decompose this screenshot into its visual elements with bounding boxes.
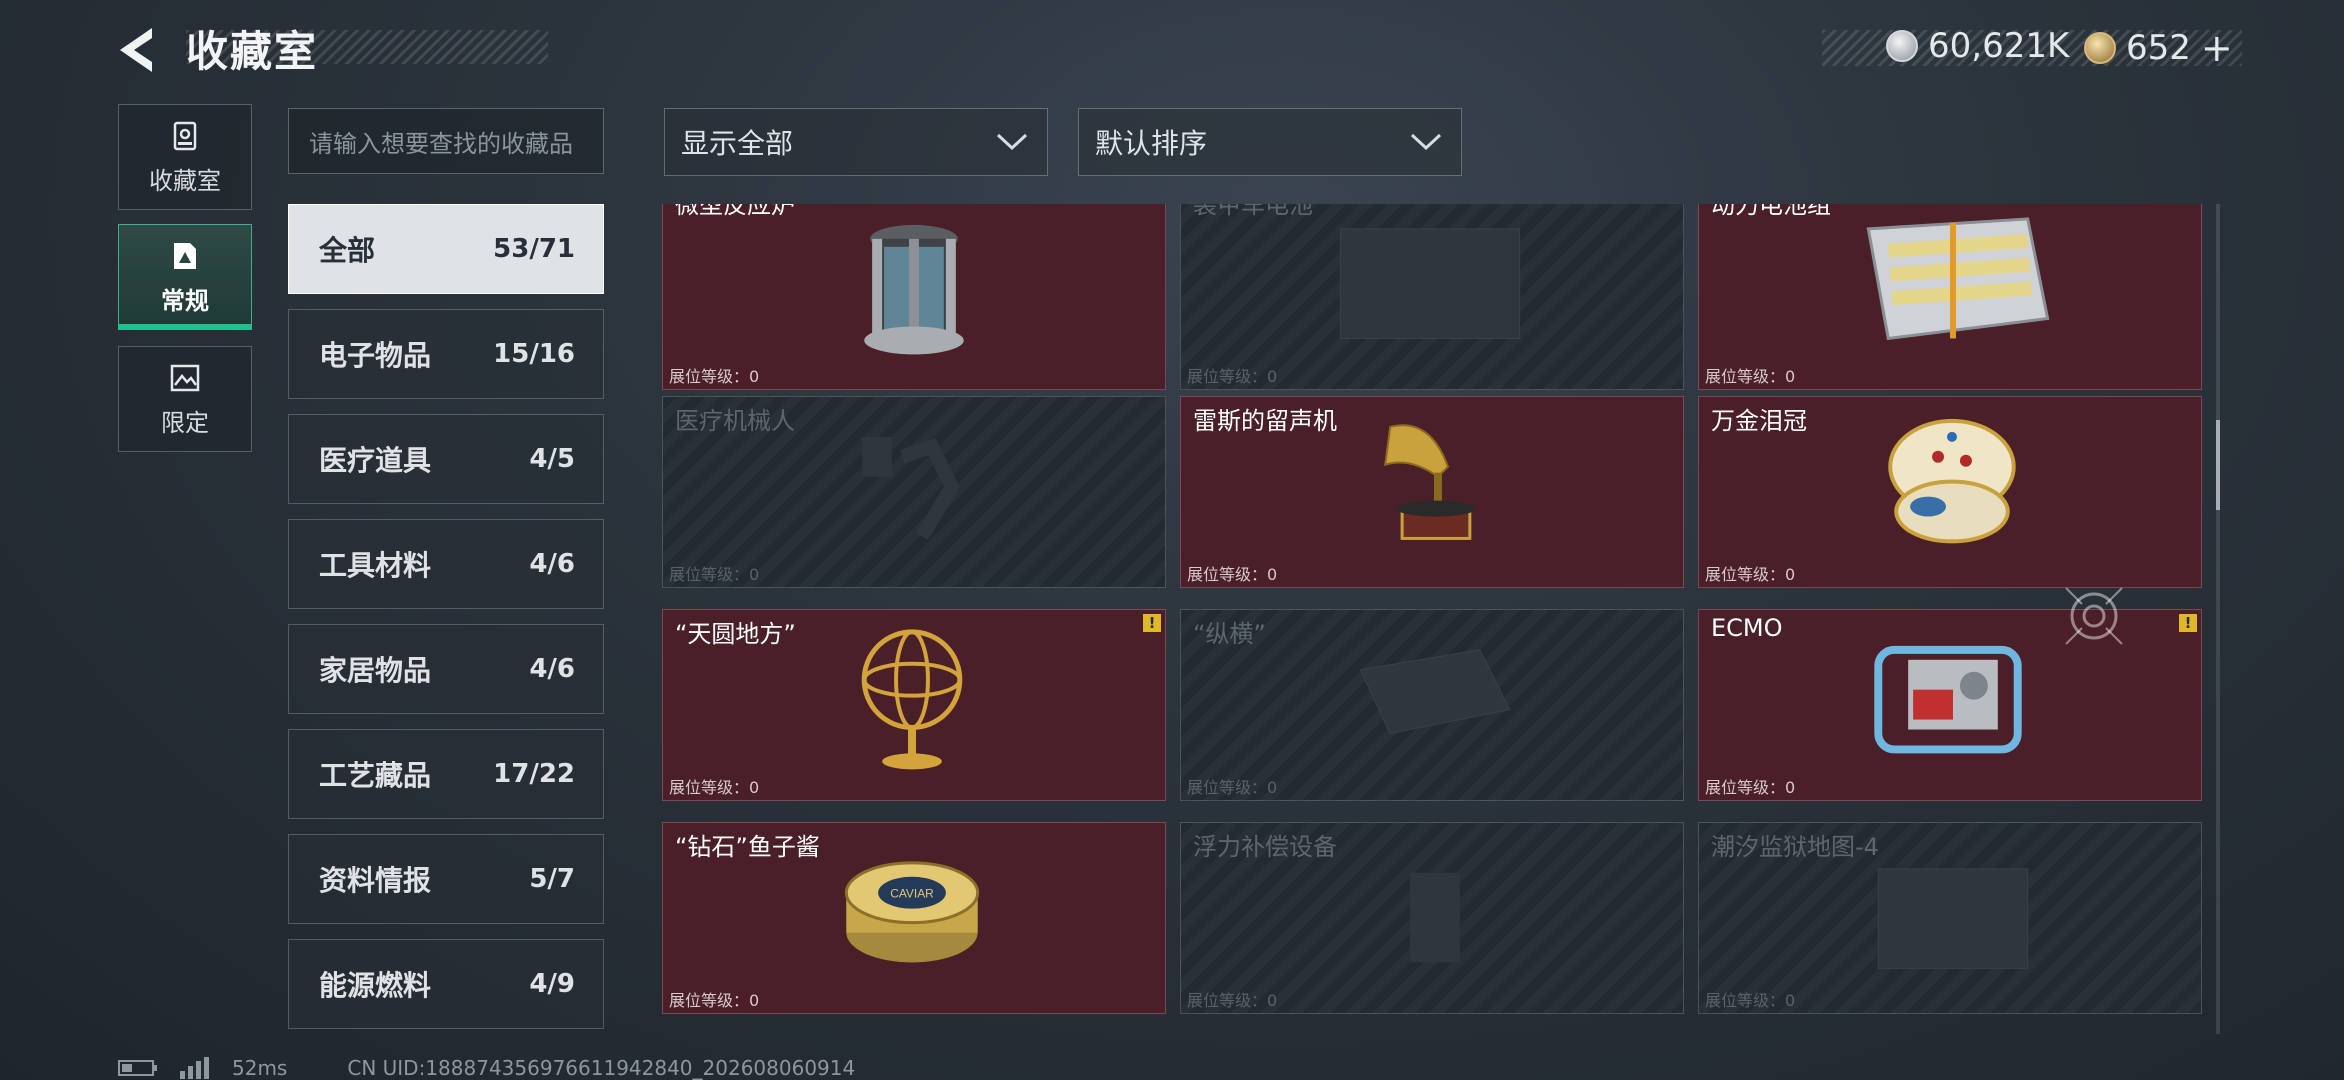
item-level: 展位等级：0 [669, 367, 760, 386]
status-footer: 52ms CN UID:1888743569766119428​40_20260… [118, 1056, 855, 1080]
item-level: 展位等级：0 [1705, 565, 1796, 584]
category-name: 医疗道具 [319, 444, 432, 477]
category-intel[interactable]: 资料情报 5/7 [288, 834, 604, 924]
category-count: 4/9 [529, 969, 575, 999]
category-medical[interactable]: 医疗道具 4/5 [288, 414, 604, 504]
search-placeholder: 请输入想要查找的收藏品 [309, 129, 573, 158]
item-level: 展位等级：0 [1187, 991, 1278, 1010]
collection-item-card[interactable]: CAVIAR “钻石”鱼子酱 展位等级：0 [662, 822, 1166, 1014]
item-name: 潮汐监狱地图-4 [1711, 833, 1879, 861]
collection-item-card[interactable]: “天圆地方” ! 展位等级：0 [662, 609, 1166, 801]
item-name: “天圆地方” [675, 620, 796, 648]
side-tab-vault[interactable]: 收藏室 [118, 104, 252, 210]
side-tab-label: 限定 [161, 408, 209, 437]
category-count: 4/5 [529, 444, 575, 474]
side-tab-label: 常规 [161, 286, 209, 315]
side-tab-limited[interactable]: 限定 [118, 346, 252, 452]
item-level: 展位等级：0 [1187, 565, 1278, 584]
target-icon [2065, 587, 2123, 645]
category-count: 4/6 [529, 549, 575, 579]
ping-value: 52ms [232, 1056, 288, 1080]
limited-image-icon [170, 364, 200, 391]
category-count: 4/6 [529, 654, 575, 684]
item-level: 展位等级：0 [1187, 778, 1278, 797]
category-tools[interactable]: 工具材料 4/6 [288, 519, 604, 609]
category-name: 家居物品 [319, 654, 432, 687]
chevron-down-icon [996, 133, 1028, 151]
caviar-label: CAVIAR [890, 887, 934, 901]
search-input[interactable]: 请输入想要查找的收藏品 [288, 108, 604, 174]
item-level: 展位等级：0 [1705, 778, 1796, 797]
warning-badge: ! [2179, 614, 2197, 632]
category-count: 53/71 [493, 234, 575, 264]
item-name: 万金泪冠 [1711, 407, 1807, 435]
item-level: 展位等级：0 [669, 778, 760, 797]
item-name: 装甲车电池 [1193, 204, 1313, 219]
grid-scrollbar[interactable] [2216, 204, 2220, 1034]
category-count: 5/7 [529, 864, 575, 894]
item-name: “钻石”鱼子酱 [675, 833, 820, 861]
category-name: 工艺藏品 [319, 759, 432, 792]
back-button[interactable] [112, 22, 168, 78]
item-name: 动力电池组 [1711, 204, 1831, 219]
item-name: “纵横” [1193, 620, 1266, 648]
side-tab-regular[interactable]: 常规 [118, 224, 252, 330]
category-name: 能源燃料 [319, 969, 432, 1002]
grid-scroll-thumb[interactable] [2216, 420, 2220, 510]
category-crafts[interactable]: 工艺藏品 17/22 [288, 729, 604, 819]
collection-grid: 微型反应炉 展位等级：0 装甲车电池 展位等级：0 动力电池组 展位等级：0 医… [662, 204, 2202, 1036]
silver-coin-icon [1886, 30, 1918, 62]
collection-item-card[interactable]: 医疗机械人 展位等级：0 [662, 396, 1166, 588]
category-energy[interactable]: 能源燃料 4/9 [288, 939, 604, 1029]
category-all[interactable]: 全部 53/71 [288, 204, 604, 294]
gold-currency: 652 + [2084, 26, 2233, 70]
item-name: 医疗机械人 [675, 407, 795, 435]
silver-currency: 60,621K [1886, 26, 2069, 66]
sort-value: 默认排序 [1095, 127, 1208, 160]
collection-item-card[interactable]: “纵横” 展位等级：0 [1180, 609, 1684, 801]
category-name: 全部 [319, 234, 376, 267]
chevron-down-icon [1410, 133, 1442, 151]
item-level: 展位等级：0 [669, 565, 760, 584]
item-name: ECMO [1711, 614, 1783, 642]
collection-item-card[interactable]: 微型反应炉 展位等级：0 [662, 204, 1166, 390]
add-currency-button[interactable]: + [2201, 26, 2233, 70]
category-name: 资料情报 [319, 864, 432, 897]
collection-item-card[interactable]: 动力电池组 展位等级：0 [1698, 204, 2202, 390]
item-name: 微型反应炉 [675, 204, 795, 219]
item-name: 雷斯的留声机 [1193, 407, 1337, 435]
display-filter-dropdown[interactable]: 显示全部 [664, 108, 1048, 176]
category-household[interactable]: 家居物品 4/6 [288, 624, 604, 714]
battery-icon [118, 1060, 157, 1076]
sort-dropdown[interactable]: 默认排序 [1078, 108, 1462, 176]
gold-amount: 652 [2126, 28, 2191, 68]
collection-item-card[interactable]: 潮汐监狱地图-4 展位等级：0 [1698, 822, 2202, 1014]
category-electronics[interactable]: 电子物品 15/16 [288, 309, 604, 399]
gold-coin-icon [2084, 32, 2116, 64]
item-level: 展位等级：0 [1705, 991, 1796, 1010]
item-name: 浮力补偿设备 [1193, 833, 1337, 861]
collection-item-card[interactable]: 浮力补偿设备 展位等级：0 [1180, 822, 1684, 1014]
category-name: 工具材料 [319, 549, 432, 582]
collection-card-icon [174, 242, 196, 269]
category-name: 电子物品 [319, 339, 432, 372]
user-uid: CN UID:1888743569766119428​40_2026080609… [347, 1056, 856, 1080]
page-title: 收藏室 [186, 27, 319, 76]
signal-icon [180, 1057, 209, 1079]
silver-amount: 60,621K [1928, 26, 2070, 66]
warning-badge: ! [1143, 614, 1161, 632]
category-count: 17/22 [493, 759, 575, 789]
item-level: 展位等级：0 [1705, 367, 1796, 386]
collection-item-card[interactable]: 雷斯的留声机 展位等级：0 [1180, 396, 1684, 588]
collection-item-card[interactable]: 装甲车电池 展位等级：0 [1180, 204, 1684, 390]
item-level: 展位等级：0 [1187, 367, 1278, 386]
category-count: 15/16 [493, 339, 575, 369]
item-level: 展位等级：0 [669, 991, 760, 1010]
collection-item-card[interactable]: 万金泪冠 展位等级：0 [1698, 396, 2202, 588]
chevron-left-icon [120, 28, 152, 72]
vault-icon [173, 121, 197, 150]
display-filter-value: 显示全部 [681, 127, 794, 160]
side-tab-label: 收藏室 [149, 166, 221, 195]
